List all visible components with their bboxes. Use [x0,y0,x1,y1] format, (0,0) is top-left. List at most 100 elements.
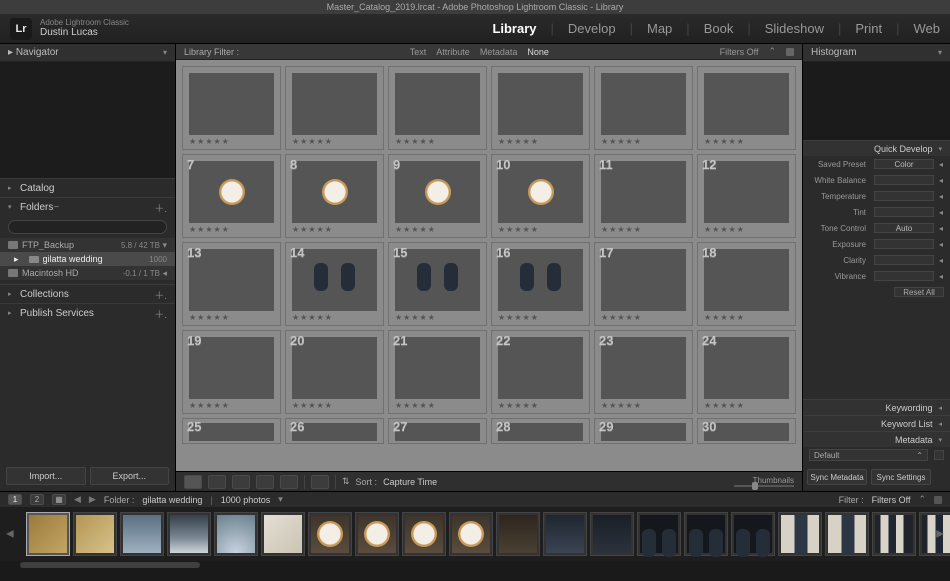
grid-toggle-chip[interactable]: ▦ [52,494,66,505]
filmstrip-cell[interactable] [308,512,352,556]
filmstrip-cell[interactable] [872,512,916,556]
keyword-list-header[interactable]: Keyword List◂ [803,415,950,431]
rating-stars[interactable]: ★★★★★ [595,225,692,237]
rating-stars[interactable]: ★★★★★ [286,225,383,237]
filmstrip-filter-dropdown[interactable]: Filters Off [872,495,911,505]
module-book[interactable]: Book [704,21,734,36]
module-slideshow[interactable]: Slideshow [765,21,824,36]
qd-disclosure-icon[interactable]: ◂ [938,192,944,201]
sort-dropdown[interactable]: Capture Time [383,477,437,487]
filmstrip-scrollbar[interactable] [0,561,950,569]
identity-plate[interactable]: Adobe Lightroom Classic Dustin Lucas [40,19,129,39]
thumbnail[interactable] [189,161,274,223]
export-button[interactable]: Export... [90,467,170,485]
grid-view[interactable]: ★★★★★★★★★★★★★★★★★★★★★★★★★★★★★★7★★★★★8★★★… [176,60,802,471]
metadata-header[interactable]: Metadata▾ [803,431,950,447]
forward-icon[interactable]: ▶ [89,494,96,505]
qd-disclosure-icon[interactable]: ◂ [938,160,944,169]
thumbnail[interactable] [601,423,686,441]
qd-disclosure-icon[interactable]: ◂ [938,224,944,233]
thumbnail[interactable] [704,161,789,223]
filmstrip-cell[interactable] [26,512,70,556]
rating-stars[interactable]: ★★★★★ [389,137,486,149]
rating-stars[interactable]: ★★★★★ [389,401,486,413]
rating-stars[interactable]: ★★★★★ [698,401,795,413]
qd-control[interactable] [874,175,934,185]
grid-cell[interactable]: 17★★★★★ [594,242,693,326]
qd-control[interactable]: Color [874,159,934,169]
rating-stars[interactable]: ★★★★★ [183,225,280,237]
qd-disclosure-icon[interactable]: ◂ [938,208,944,217]
filter-tab-attribute[interactable]: Attribute [436,47,470,57]
metadata-preset-dropdown[interactable]: Default⌃ [809,449,928,461]
second-window-chip[interactable]: 2 [30,494,44,505]
filter-tab-metadata[interactable]: Metadata [480,47,518,57]
folder-row-gilatta[interactable]: ▸ gilatta wedding 1000 [0,252,175,266]
thumbnail-size-slider[interactable]: Thumbnails [734,476,794,487]
rating-stars[interactable]: ★★★★★ [183,137,280,149]
thumbnail[interactable] [292,337,377,399]
qd-control[interactable] [874,271,934,281]
filmstrip-cell[interactable] [919,512,950,556]
rating-stars[interactable]: ★★★★★ [595,401,692,413]
rating-stars[interactable]: ★★★★★ [595,313,692,325]
thumbnail[interactable] [292,249,377,311]
histogram-display[interactable] [803,62,950,140]
folders-plus-icon[interactable]: ＋. [148,200,167,215]
filters-off-label[interactable]: Filters Off [720,47,759,57]
filter-lock-icon[interactable] [786,48,794,56]
grid-cell[interactable]: 21★★★★★ [388,330,487,414]
thumbnail[interactable] [189,423,274,441]
rating-stars[interactable]: ★★★★★ [492,313,589,325]
filmstrip-cell[interactable] [637,512,681,556]
grid-cell[interactable]: 9★★★★★ [388,154,487,238]
thumbnail[interactable] [498,73,583,135]
filter-tab-none[interactable]: None [527,47,549,57]
grid-cell[interactable]: 16★★★★★ [491,242,590,326]
reset-all-button[interactable]: Reset All [894,287,944,297]
thumbnail[interactable] [395,161,480,223]
rating-stars[interactable]: ★★★★★ [389,313,486,325]
grid-cell[interactable]: 25★★★★★ [182,418,281,444]
qd-disclosure-icon[interactable]: ◂ [938,240,944,249]
rating-stars[interactable]: ★★★★★ [492,137,589,149]
filmstrip-cell[interactable] [684,512,728,556]
metadata-list-icon[interactable] [934,450,944,460]
folders-filter-input[interactable] [8,220,167,234]
filmstrip-cell[interactable] [73,512,117,556]
thumbnail[interactable] [704,423,789,441]
grid-cell[interactable]: 27★★★★★ [388,418,487,444]
thumbnail[interactable] [498,423,583,441]
grid-cell[interactable]: 19★★★★★ [182,330,281,414]
thumbnail[interactable] [395,249,480,311]
grid-cell[interactable]: ★★★★★ [182,66,281,150]
view-grid-button[interactable] [184,475,202,489]
filmstrip-cell[interactable] [449,512,493,556]
filmstrip-cell[interactable] [543,512,587,556]
grid-cell[interactable]: 20★★★★★ [285,330,384,414]
painter-tool-button[interactable] [311,475,329,489]
filmstrip-cell[interactable] [261,512,305,556]
thumbnail[interactable] [395,73,480,135]
thumbnail[interactable] [601,161,686,223]
qd-control[interactable] [874,239,934,249]
grid-cell[interactable]: ★★★★★ [594,66,693,150]
qd-control[interactable]: Auto [874,223,934,233]
grid-cell[interactable]: 23★★★★★ [594,330,693,414]
grid-cell[interactable]: 24★★★★★ [697,330,796,414]
volume-row-macintosh[interactable]: Macintosh HD -0.1 / 1 TB ◂ [0,266,175,280]
filmstrip[interactable] [0,507,950,561]
module-print[interactable]: Print [855,21,882,36]
histogram-header[interactable]: Histogram ▾ [803,44,950,62]
filmstrip-cell[interactable] [402,512,446,556]
thumbnail[interactable] [498,249,583,311]
rating-stars[interactable]: ★★★★★ [492,225,589,237]
grid-cell[interactable]: 14★★★★★ [285,242,384,326]
grid-cell[interactable]: 28★★★★★ [491,418,590,444]
module-library[interactable]: Library [492,21,536,36]
filmstrip-cell[interactable] [496,512,540,556]
rating-stars[interactable]: ★★★★★ [595,137,692,149]
breadcrumb-folder-value[interactable]: gilatta wedding [142,495,202,505]
thumbnail[interactable] [395,337,480,399]
thumbnail[interactable] [498,161,583,223]
